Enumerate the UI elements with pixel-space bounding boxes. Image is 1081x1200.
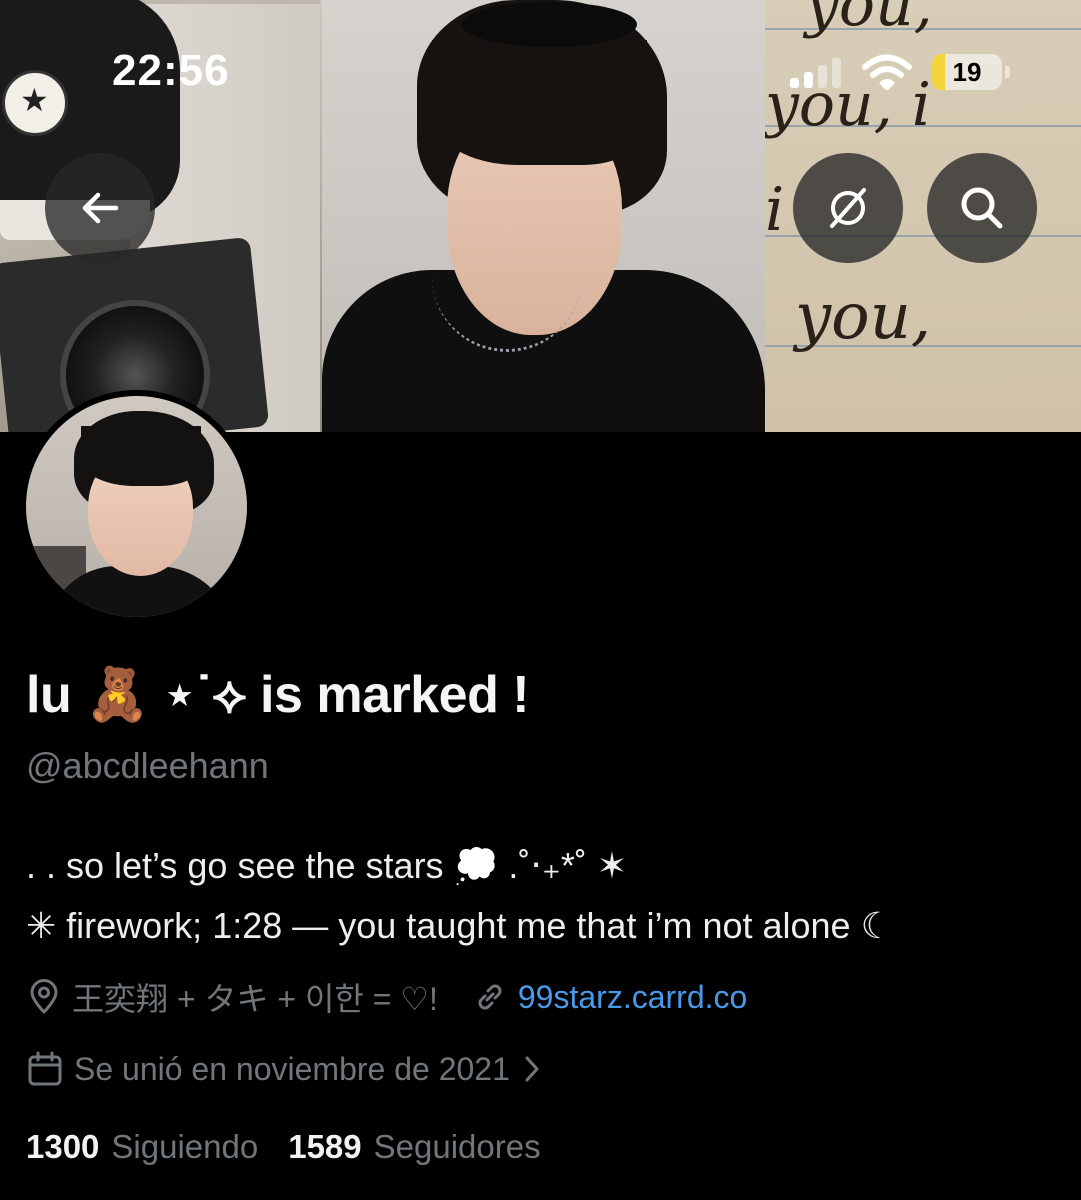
battery-indicator: 19 <box>932 54 1002 90</box>
join-date-text: Se unió en noviembre de 2021 <box>74 1050 510 1087</box>
bio: . . so let’s go see the stars 💭 .˚‧₊*˚ ✶… <box>26 836 893 956</box>
calendar-icon <box>28 1051 62 1086</box>
search-button[interactable] <box>927 153 1037 263</box>
following-count: 1300 <box>26 1128 100 1165</box>
search-icon <box>961 187 1003 229</box>
display-name: lu 🧸 ⋆˙⟡ is marked ! <box>26 666 530 724</box>
following-link[interactable]: 1300 Siguiendo <box>26 1128 258 1166</box>
username-handle: @abcdleehann <box>26 745 269 786</box>
avatar[interactable] <box>20 390 253 623</box>
website[interactable]: 99starz.carrd.co <box>472 979 747 1016</box>
followers-label: Seguidores <box>373 1128 541 1165</box>
wifi-icon <box>862 54 912 90</box>
join-date[interactable]: Se unió en noviembre de 2021 <box>26 1044 556 1094</box>
hide-content-button[interactable] <box>793 153 903 263</box>
battery-level: 19 <box>952 57 982 87</box>
bio-line: ✳ firework; 1:28 — you taught me that i’… <box>26 905 893 946</box>
back-button[interactable] <box>45 153 155 263</box>
arrow-left-icon <box>82 192 119 224</box>
location-pin-icon <box>30 979 58 1014</box>
banner-photo-portrait <box>322 0 765 432</box>
status-time: 22:56 <box>112 46 230 95</box>
location: 王奕翔 + タキ + 이한 = ♡! <box>26 974 438 1020</box>
following-label: Siguiendo <box>111 1128 259 1165</box>
bio-line: . . so let’s go see the stars 💭 .˚‧₊*˚ ✶ <box>26 845 627 886</box>
website-link[interactable]: 99starz.carrd.co <box>518 979 747 1016</box>
location-text: 王奕翔 + タキ + 이한 = ♡! <box>72 981 438 1017</box>
avatar-photo <box>26 396 247 617</box>
handwriting-word: i <box>765 175 785 245</box>
link-icon <box>478 984 502 1010</box>
handwriting-word: you, <box>795 280 932 354</box>
chevron-right-icon <box>525 1056 539 1082</box>
eye-slash-circle-icon <box>830 188 866 228</box>
profile-meta: 王奕翔 + タキ + 이한 = ♡! 99starz.carrd.co <box>26 972 747 1022</box>
follow-stats: 1300 Siguiendo 1589 Seguidores <box>26 1122 541 1172</box>
handwriting-word: you, <box>805 0 933 40</box>
cellular-signal-icon <box>790 58 846 88</box>
followers-link[interactable]: 1589 Seguidores <box>288 1128 540 1166</box>
followers-count: 1589 <box>288 1128 362 1165</box>
